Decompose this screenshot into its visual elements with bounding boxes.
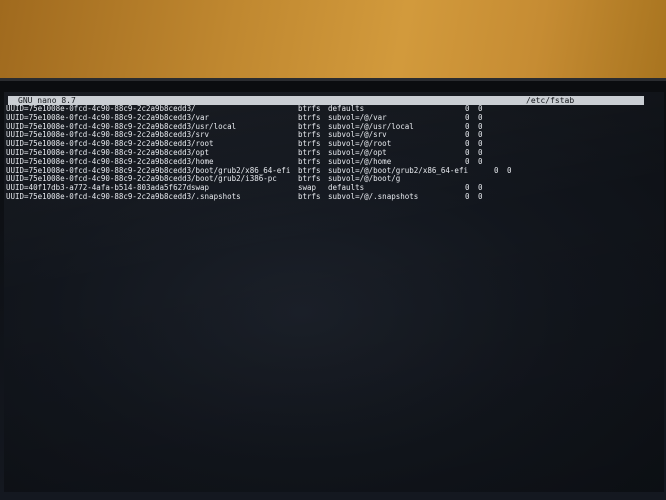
fstab-content[interactable]: UUID=75e1008e-0fcd-4c90-88c9-2c2a9b8cedd… (6, 104, 646, 202)
mount-options: subvol=/@/.snapshots (328, 191, 419, 201)
dump-flag: 0 (494, 165, 499, 175)
fstab-line[interactable]: UUID=75e1008e-0fcd-4c90-88c9-2c2a9b8cedd… (6, 191, 646, 202)
mount-point: /.snapshots (191, 191, 241, 201)
pass-number: 0 (478, 156, 483, 166)
terminal-screen[interactable]: GNU nano 8.7 /etc/fstab UUID=75e1008e-0f… (4, 92, 664, 492)
background-wall (0, 0, 666, 90)
pass-number: 0 (507, 165, 512, 175)
fs-type: btrfs (298, 191, 321, 201)
file-path: /etc/fstab (526, 96, 575, 105)
pass-number: 0 (478, 191, 483, 201)
dump-flag: 0 (465, 191, 470, 201)
fs-spec: UUID=75e1008e-0fcd-4c90-88c9-2c2a9b8cedd… (6, 191, 192, 201)
